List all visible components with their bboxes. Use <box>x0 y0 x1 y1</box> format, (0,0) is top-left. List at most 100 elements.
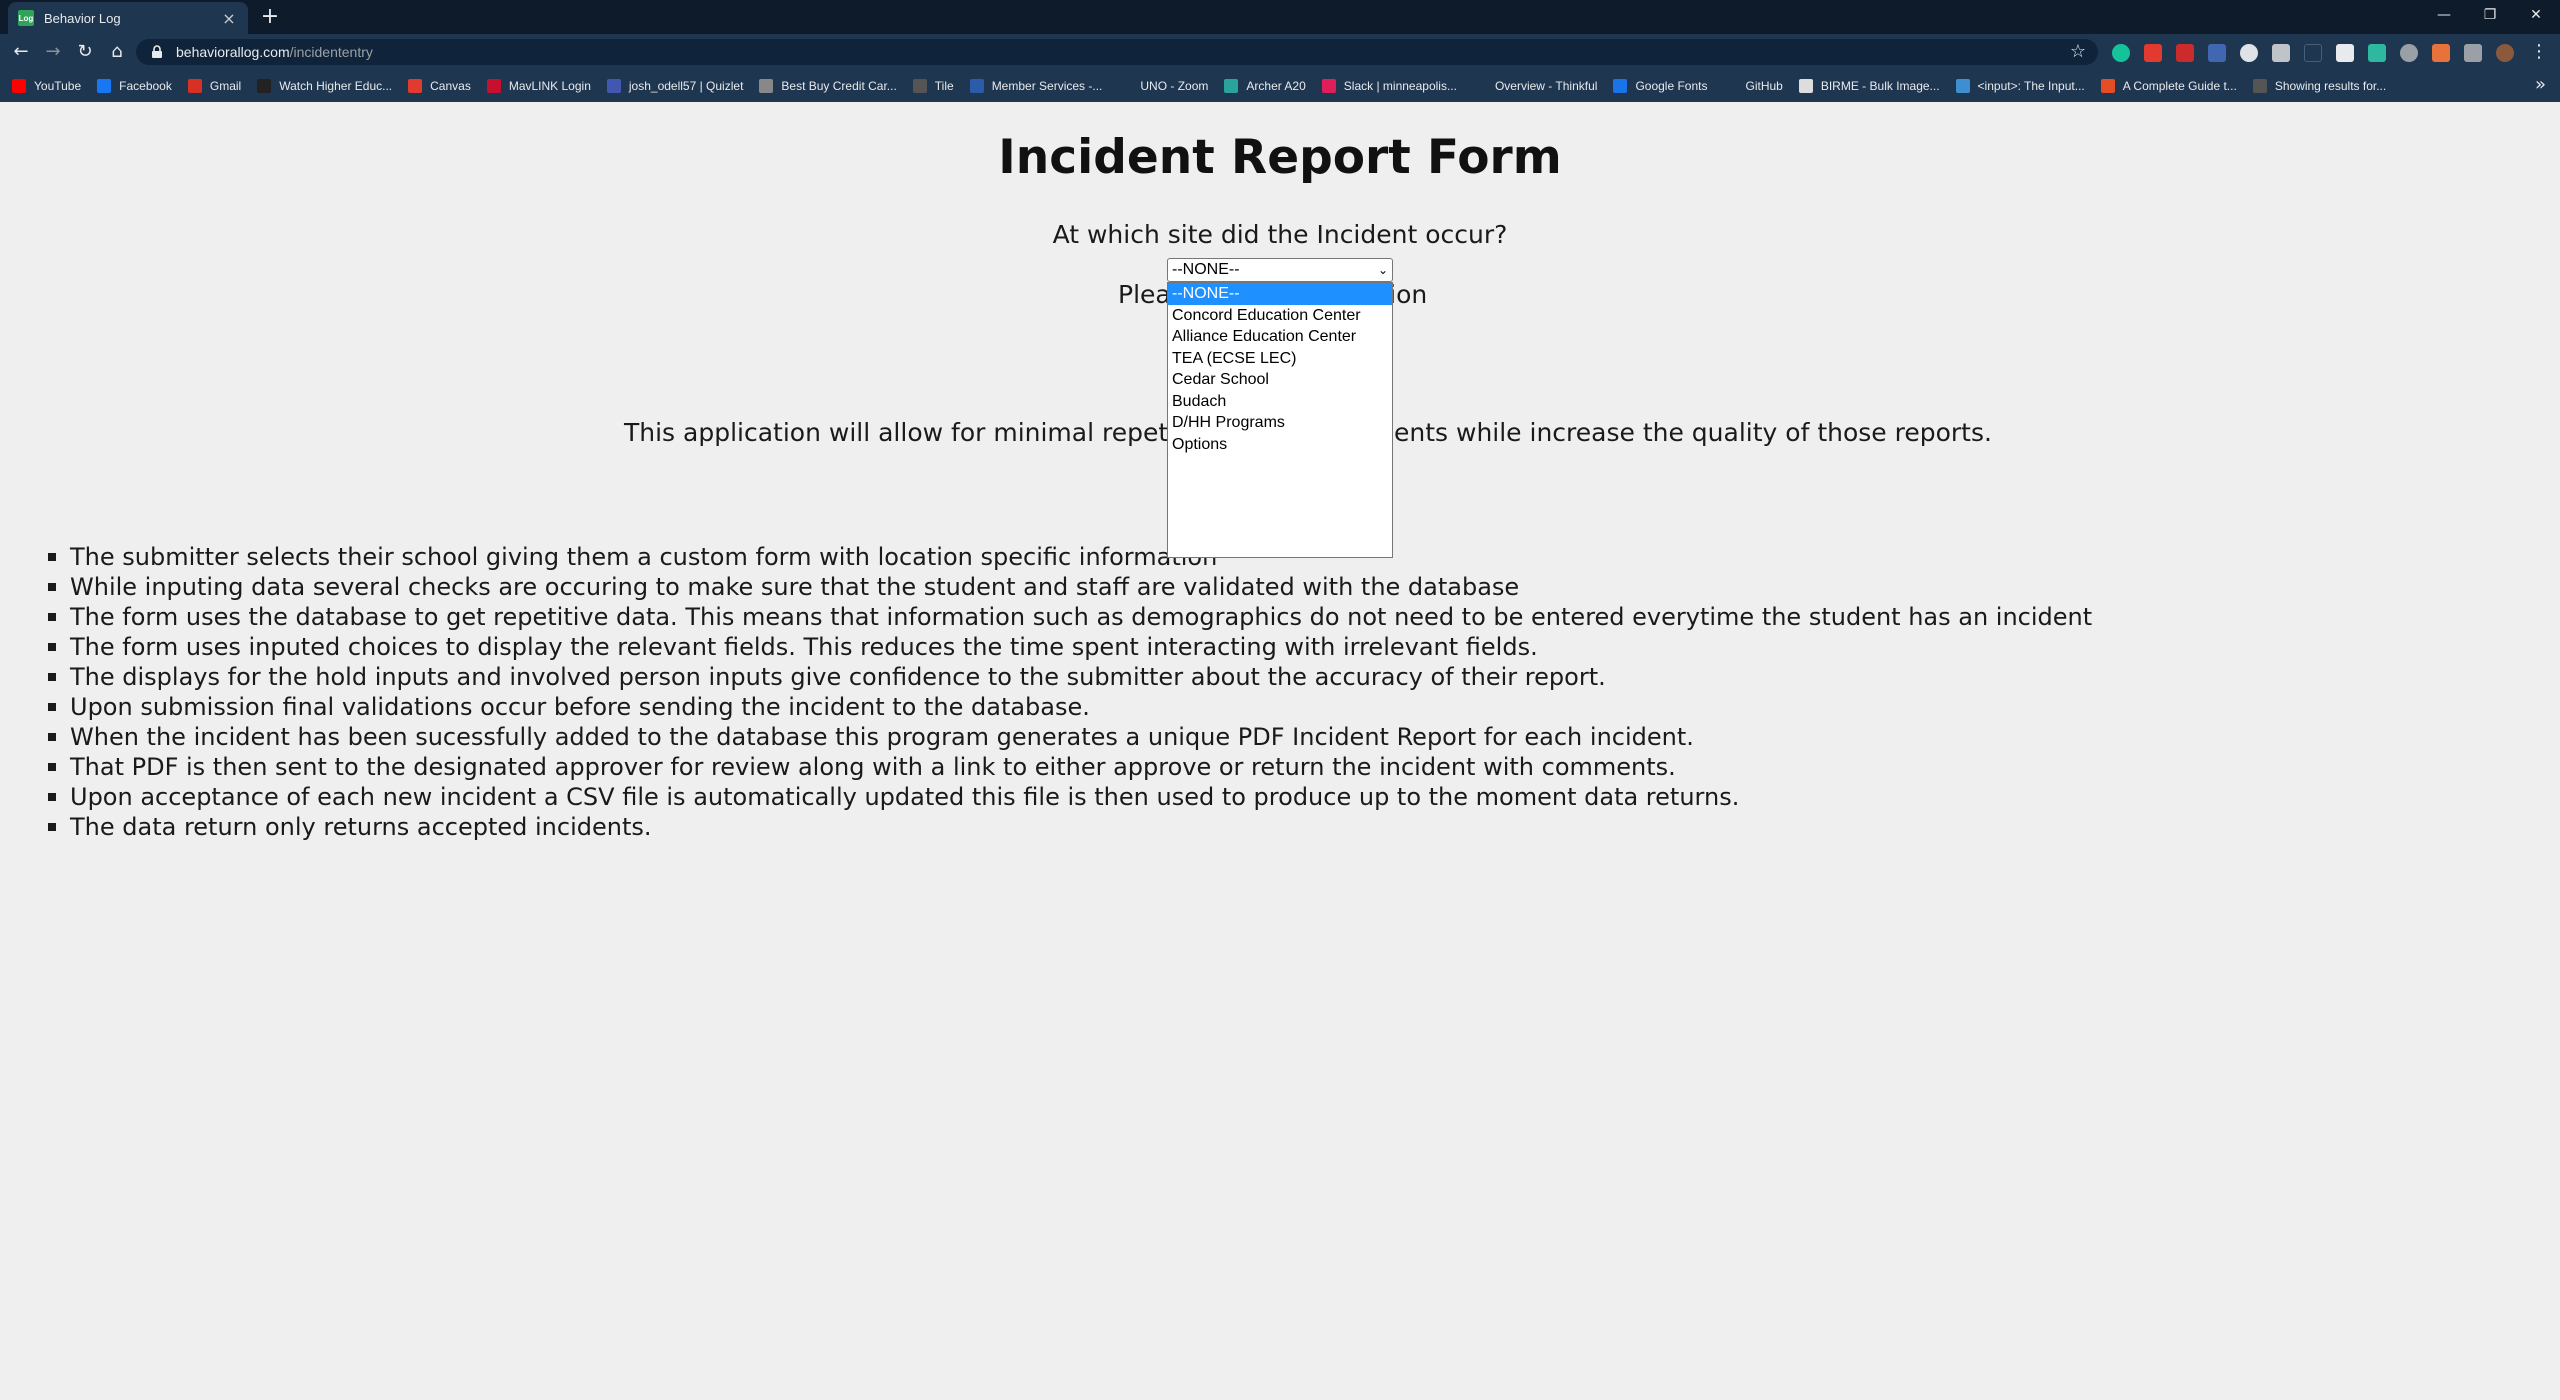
profile-avatar-icon[interactable] <box>2496 44 2514 62</box>
bookmark-item[interactable]: Showing results for... <box>2252 79 2387 93</box>
bookmark-item[interactable]: GitHub <box>1723 79 1783 93</box>
site-option[interactable]: TEA (ECSE LEC) <box>1168 348 1392 370</box>
bookmark-item[interactable]: Archer A20 <box>1224 79 1306 93</box>
extension-icon-dark[interactable] <box>2304 44 2322 62</box>
page-title: Incident Report Form <box>998 130 1562 185</box>
new-tab-button[interactable]: + <box>258 4 282 30</box>
restore-button[interactable]: ❐ <box>2470 4 2510 26</box>
forward-button[interactable]: → <box>40 40 66 64</box>
bookmark-favicon-icon <box>408 79 423 93</box>
extension-icon-circle[interactable] <box>2240 44 2258 62</box>
bookmark-favicon-icon <box>1723 79 1738 93</box>
extension-icon-w[interactable] <box>2400 44 2418 62</box>
bookmark-item[interactable]: Tile <box>912 79 954 93</box>
process-step: The form uses inputed choices to display… <box>48 632 2508 662</box>
site-question-label: At which site did the Incident occur? <box>1052 220 1508 249</box>
bookmarks-bar: YouTube Facebook Gmail Watch Higher Educ...… <box>0 70 2560 102</box>
extension-icon-pen[interactable] <box>2336 44 2354 62</box>
bookmark-item[interactable]: BIRME - Bulk Image... <box>1798 79 1940 93</box>
back-button[interactable]: ← <box>8 40 34 64</box>
tab-favicon: Log <box>18 10 34 26</box>
bookmark-item[interactable]: A Complete Guide t... <box>2100 79 2237 93</box>
process-step: The displays for the hold inputs and inv… <box>48 662 2508 692</box>
bookmarks-overflow-icon[interactable]: » <box>2535 74 2546 95</box>
bookmark-item[interactable]: Slack | minneapolis... <box>1321 79 1457 93</box>
bookmark-favicon-icon <box>1118 79 1133 93</box>
intro-text-start: This application will allow for minimal … <box>624 418 1223 447</box>
extensions-puzzle-icon[interactable] <box>2464 44 2482 62</box>
extension-icon-green[interactable] <box>2368 44 2386 62</box>
site-option[interactable]: Cedar School <box>1168 369 1392 391</box>
bookmark-label: Facebook <box>119 79 172 93</box>
process-step: Upon submission final validations occur … <box>48 692 2508 722</box>
bookmark-label: Gmail <box>209 79 242 93</box>
process-step: The form uses the database to get repeti… <box>48 602 2508 632</box>
bookmark-label: Showing results for... <box>2274 79 2387 93</box>
bookmark-item[interactable]: MavLINK Login <box>486 79 591 93</box>
extension-icon-facebook[interactable] <box>2208 44 2226 62</box>
bookmark-label: Google Fonts <box>1635 79 1708 93</box>
bookmark-item[interactable]: <input>: The Input... <box>1955 79 2085 93</box>
tab-close-icon[interactable]: × <box>220 9 238 28</box>
site-option[interactable]: Concord Education Center <box>1168 305 1392 327</box>
minimize-button[interactable]: — <box>2424 4 2464 26</box>
bookmark-favicon-icon <box>2252 79 2267 93</box>
process-list: The submitter selects their school givin… <box>48 542 2508 842</box>
site-select-value: --NONE-- <box>1172 261 1240 278</box>
page-content: Incident Report Form At which site did t… <box>0 102 2560 1400</box>
site-option[interactable]: Budach <box>1168 391 1392 413</box>
process-step: The data return only returns accepted in… <box>48 812 2508 842</box>
lock-icon <box>152 45 162 58</box>
bookmark-item[interactable]: Google Fonts <box>1613 79 1707 93</box>
bookmark-favicon-icon <box>1224 79 1239 93</box>
bookmark-item[interactable]: Overview - Thinkful <box>1472 79 1597 93</box>
bookmark-item[interactable]: Watch Higher Educ... <box>257 79 392 93</box>
bookmark-item[interactable]: josh_odell57 | Quizlet <box>606 79 744 93</box>
bookmark-item[interactable]: Best Buy Credit Car... <box>759 79 897 93</box>
bookmark-favicon-icon <box>1613 79 1628 93</box>
extension-icon-badge[interactable] <box>2176 44 2194 62</box>
bookmark-label: Member Services -... <box>991 79 1103 93</box>
bookmark-label: josh_odell57 | Quizlet <box>628 79 744 93</box>
url-host: behaviorallog.com <box>176 44 290 60</box>
bookmark-favicon-icon <box>912 79 927 93</box>
bookmark-label: YouTube <box>34 79 82 93</box>
bookmark-item[interactable]: Canvas <box>408 79 471 93</box>
bookmark-item[interactable]: Facebook <box>97 79 172 93</box>
bookmark-favicon-icon <box>1955 79 1970 93</box>
intro-text-end: ents while increase the quality of those… <box>1394 418 1992 447</box>
bookmark-label: A Complete Guide t... <box>2122 79 2237 93</box>
url-path: /incidententry <box>289 44 373 60</box>
site-option[interactable]: --NONE-- <box>1168 283 1392 305</box>
process-step: Upon acceptance of each new incident a C… <box>48 782 2508 812</box>
bookmark-item[interactable]: Member Services -... <box>969 79 1103 93</box>
bookmark-item[interactable]: YouTube <box>12 79 81 93</box>
site-option[interactable]: Alliance Education Center <box>1168 326 1392 348</box>
bookmark-label: BIRME - Bulk Image... <box>1820 79 1940 93</box>
extension-icon-red[interactable] <box>2144 44 2162 62</box>
address-bar[interactable]: behaviorallog.com /incidententry ☆ <box>136 39 2098 65</box>
bookmark-favicon-icon <box>97 79 112 93</box>
browser-tab[interactable]: Log Behavior Log × <box>8 2 248 34</box>
site-option[interactable]: D/HH Programs <box>1168 412 1392 434</box>
bookmark-favicon-icon <box>969 79 984 93</box>
reload-button[interactable]: ↻ <box>72 40 98 64</box>
bookmark-favicon-icon <box>606 79 621 93</box>
grammarly-extension-icon[interactable] <box>2112 44 2130 62</box>
bookmark-label: GitHub <box>1745 79 1783 93</box>
bookmark-item[interactable]: Gmail <box>187 79 242 93</box>
menu-kebab-icon[interactable]: ⋮ <box>2526 40 2552 64</box>
bookmark-favicon-icon <box>2100 79 2115 93</box>
close-window-button[interactable]: ✕ <box>2516 4 2556 26</box>
home-button[interactable]: ⌂ <box>104 40 130 64</box>
extension-icon-window[interactable] <box>2272 44 2290 62</box>
bookmark-item[interactable]: UNO - Zoom <box>1118 79 1208 93</box>
bookmark-star-icon[interactable]: ☆ <box>2070 41 2086 62</box>
bookmark-favicon-icon <box>1472 79 1487 93</box>
bookmark-favicon-icon <box>187 79 202 93</box>
site-option[interactable]: Options <box>1168 434 1392 456</box>
site-select[interactable]: --NONE-- ⌄ <box>1167 258 1393 282</box>
browser-tabstrip: Log Behavior Log × + — ❐ ✕ <box>0 0 2560 34</box>
extension-icon-orange[interactable] <box>2432 44 2450 62</box>
bookmark-label: MavLINK Login <box>508 79 591 93</box>
